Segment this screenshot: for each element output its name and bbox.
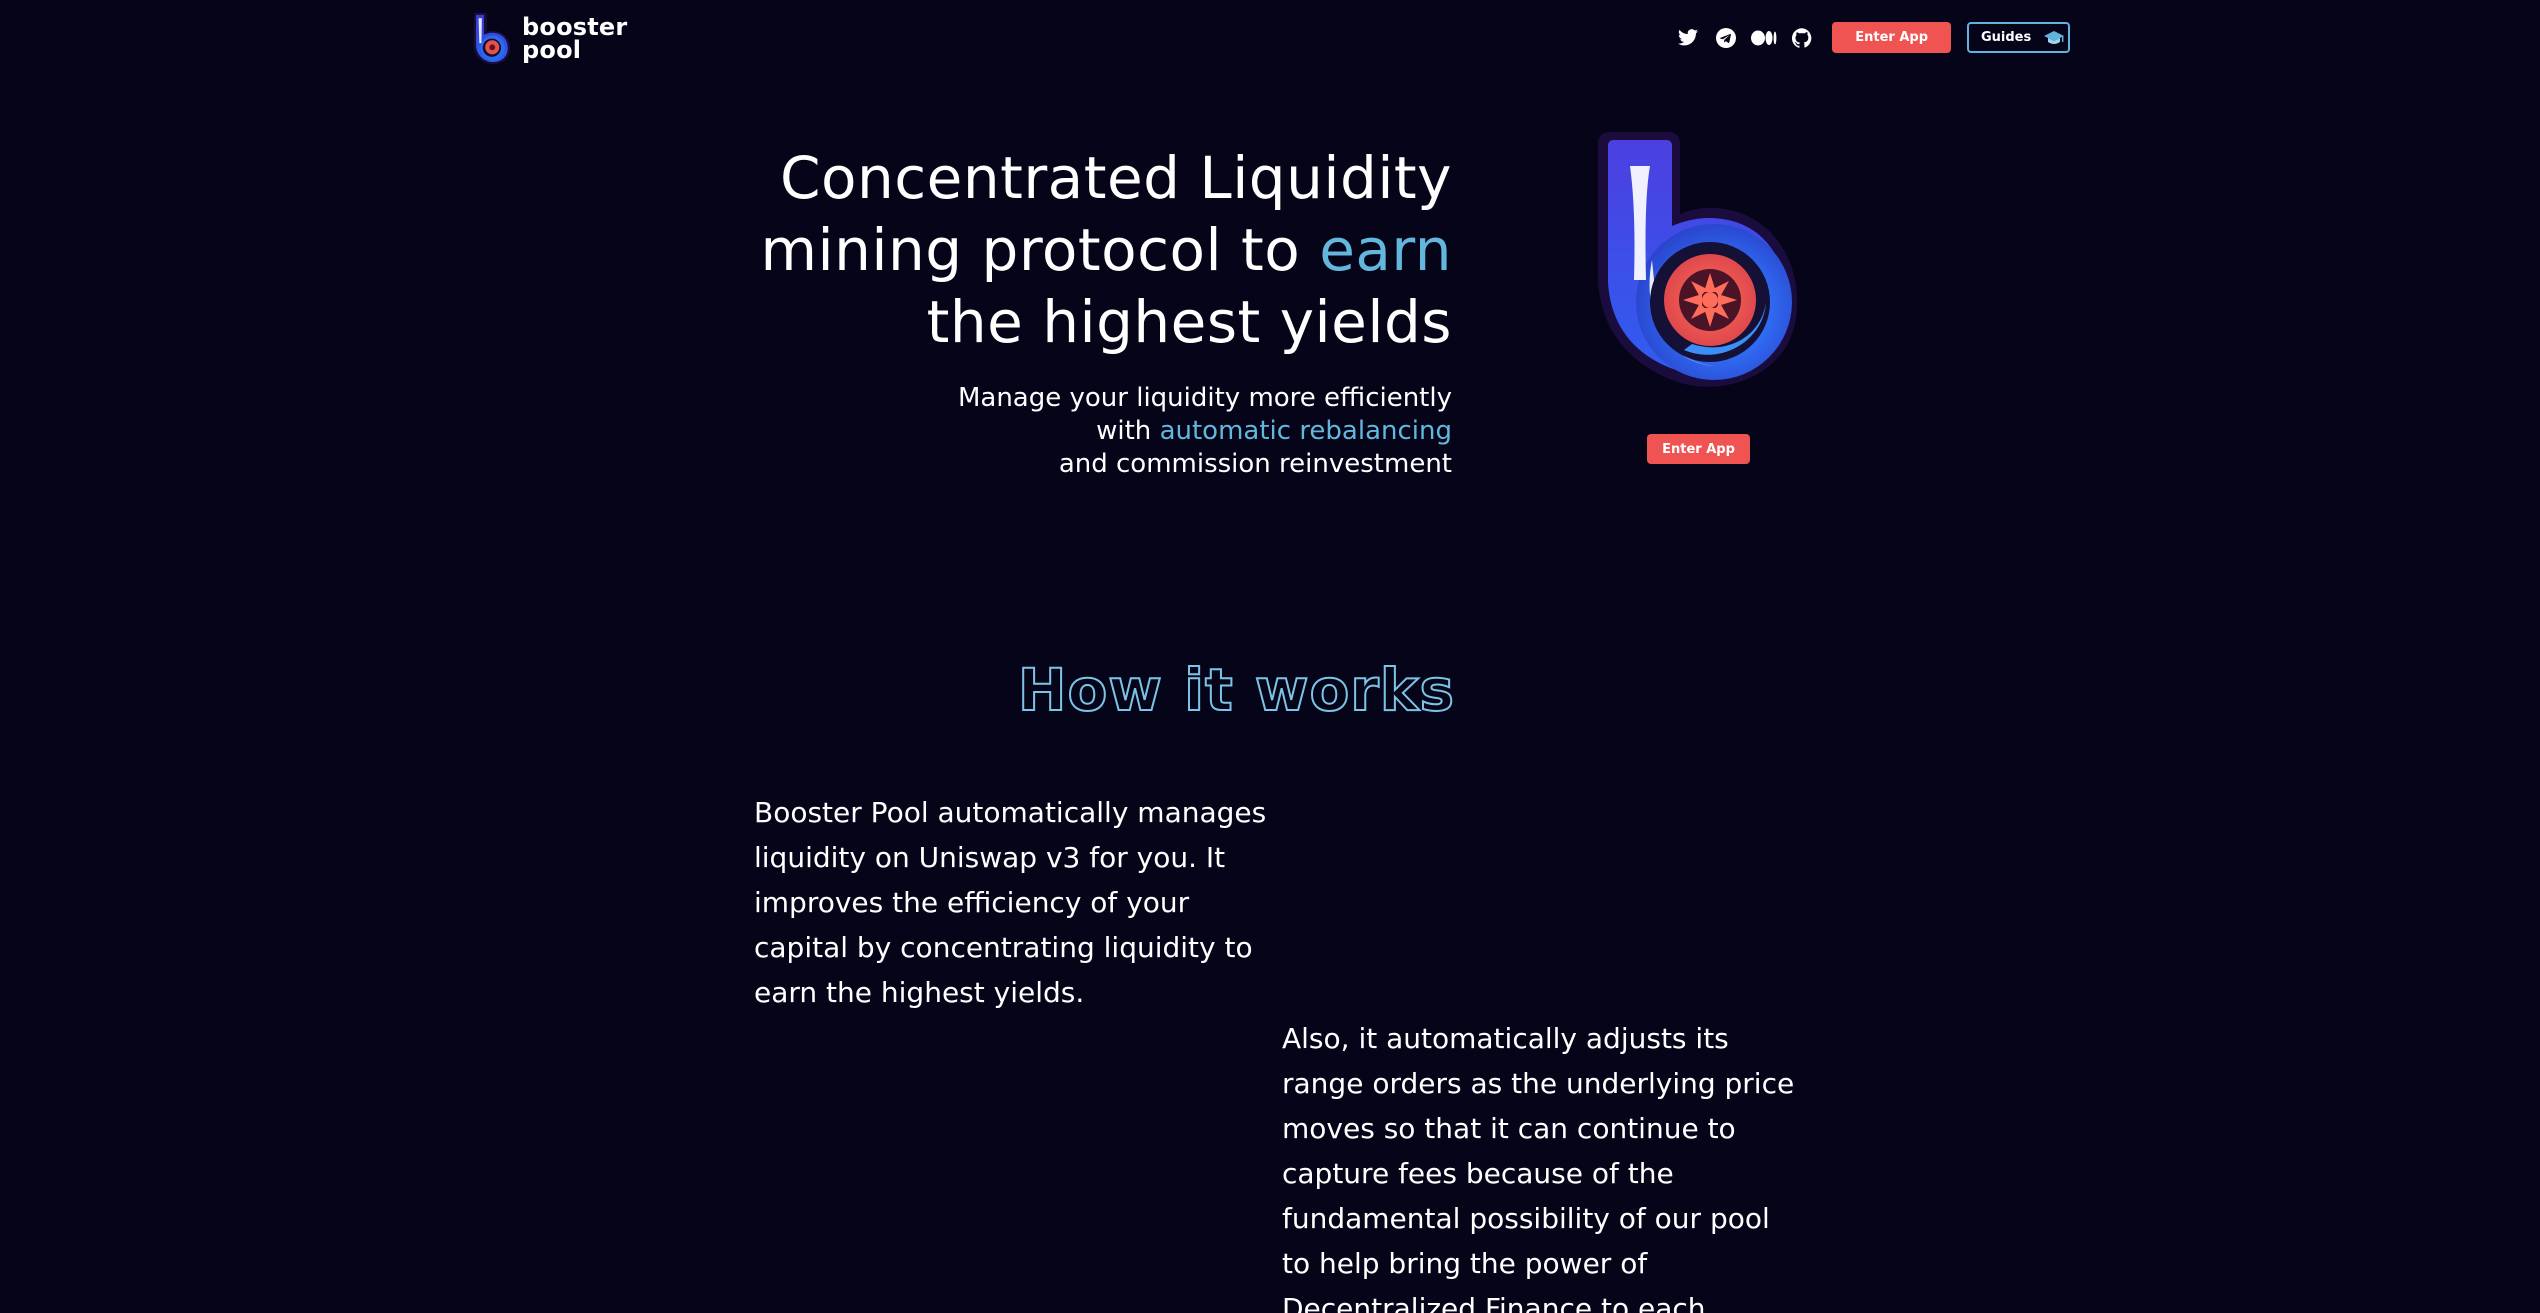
hero-subtitle: Manage your liquidity more efficiently w… <box>832 382 1452 481</box>
how-it-works-paragraph-2: Also, it automatically adjusts its range… <box>1282 1022 1795 1313</box>
hero-sub-line3: and commission reinvestment <box>1058 449 1452 479</box>
hero-title-line2: mining protocol to <box>760 216 1320 284</box>
github-icon[interactable] <box>1788 24 1816 52</box>
turbo-logo-icon <box>1598 132 1798 387</box>
hero-booster-illustration <box>1592 130 1802 394</box>
hero-title: Concentrated Liquidity mining protocol t… <box>692 142 1452 358</box>
hero-title-accent: earn <box>1319 216 1452 284</box>
logo-wordmark-line2: pool <box>522 36 582 64</box>
telegram-icon[interactable] <box>1712 24 1740 52</box>
how-it-works-title: How it works <box>1017 655 1455 725</box>
hero-title-line1: Concentrated Liquidity <box>780 144 1452 212</box>
booster-logo-icon <box>473 12 511 65</box>
header-nav: Enter App Guides <box>1674 22 2070 53</box>
hero-sub-accent: automatic rebalancing <box>1159 416 1452 446</box>
enter-app-button[interactable]: Enter App <box>1832 22 1951 53</box>
hero-sub-line2: with <box>1096 416 1160 446</box>
graduation-cap-icon <box>2043 30 2065 46</box>
how-it-works-paragraph-1: Booster Pool automatically manages liqui… <box>754 796 1267 1009</box>
twitter-icon[interactable] <box>1674 24 1702 52</box>
guides-button-label: Guides <box>1981 30 2032 45</box>
guides-button[interactable]: Guides <box>1967 22 2070 53</box>
hero-enter-app-button[interactable]: Enter App <box>1647 434 1750 464</box>
logo-wordmark: booster pool <box>522 15 627 64</box>
hero-sub-line1: Manage your liquidity more efficiently <box>957 383 1452 413</box>
hero-title-line3: the highest yields <box>926 288 1452 356</box>
medium-icon[interactable] <box>1750 24 1778 52</box>
site-logo[interactable]: booster pool <box>470 12 627 66</box>
